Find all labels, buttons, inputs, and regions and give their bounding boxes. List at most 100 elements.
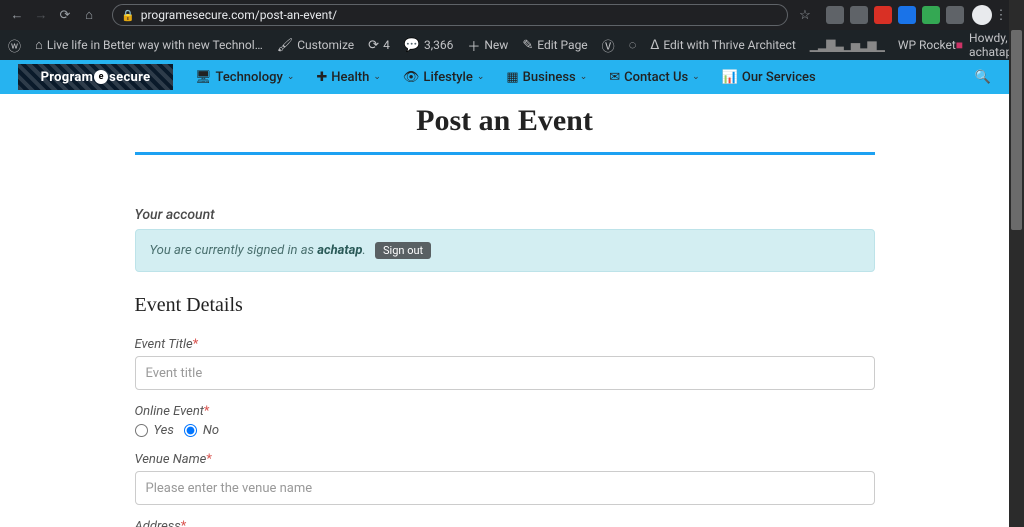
chevron-down-icon: ⌄: [477, 72, 485, 82]
notice-prefix: You are currently signed in as: [150, 243, 318, 258]
page-scrollbar[interactable]: [1009, 0, 1024, 527]
ext-6-icon[interactable]: [946, 6, 964, 24]
search-icon: 🔍: [975, 70, 991, 85]
ext-4-icon[interactable]: [898, 6, 916, 24]
nav-label: Technology: [216, 70, 283, 85]
nav-our-services[interactable]: 📊Our Services: [722, 70, 816, 85]
search-button[interactable]: 🔍: [975, 70, 991, 85]
online-event-label: Online Event*: [135, 404, 875, 419]
ext-2-icon[interactable]: [850, 6, 868, 24]
online-event-label-text: Online Event: [135, 404, 204, 419]
required-mark: *: [181, 519, 187, 527]
title-rule: [135, 152, 875, 155]
notice-user: achatap: [317, 243, 362, 258]
ext-3-icon[interactable]: [874, 6, 892, 24]
nav-label: Contact Us: [624, 70, 688, 85]
nav-label: Business: [523, 70, 576, 85]
thrive-icon: ᐃ: [650, 38, 659, 53]
comment-icon: 💬: [404, 38, 420, 53]
wp-rocket-label: WP Rocket: [898, 38, 956, 52]
chevron-down-icon: ⌄: [580, 72, 588, 82]
nav-business[interactable]: ▦ Business ⌄: [506, 70, 587, 85]
sign-out-button[interactable]: Sign out: [375, 242, 431, 259]
menu-icon[interactable]: ⋮: [992, 8, 1010, 23]
address-bar[interactable]: 🔒 programesecure.com/post-an-event/: [112, 4, 788, 26]
account-heading: Your account: [135, 207, 875, 223]
nav-icon: 👁: [403, 70, 420, 85]
wp-site-title: Live life in Better way with new Technol…: [47, 38, 263, 52]
wp-logo[interactable]: ⓦ: [8, 36, 21, 55]
wp-notif[interactable]: ■: [956, 38, 963, 52]
lock-icon: 🔒: [121, 9, 135, 22]
event-title-label: Event Title*: [135, 337, 875, 352]
nav-icon: ✉: [609, 70, 620, 85]
wp-updates[interactable]: ⟳4: [368, 38, 390, 53]
nav-contact-us[interactable]: ✉Contact Us⌄: [609, 70, 699, 85]
nav-lifestyle[interactable]: 👁Lifestyle⌄: [403, 70, 484, 85]
ext-1-icon[interactable]: [826, 6, 844, 24]
required-mark: *: [193, 337, 199, 352]
profile-avatar[interactable]: [972, 5, 992, 25]
required-mark: *: [204, 404, 210, 419]
ext-5-icon[interactable]: [922, 6, 940, 24]
scrollbar-thumb[interactable]: [1011, 30, 1022, 230]
update-icon: ⟳: [368, 38, 379, 53]
event-details-heading: Event Details: [135, 294, 875, 317]
required-mark: *: [206, 452, 212, 467]
home-icon[interactable]: ⌂: [80, 7, 98, 23]
nav-technology[interactable]: 🖥 Technology ⌄: [195, 70, 294, 85]
site-logo[interactable]: Program e secure: [18, 64, 173, 90]
venue-label: Venue Name*: [135, 452, 875, 467]
wp-sparkline: ▁▂▇▃▁▅▂▆▁: [810, 38, 884, 52]
notice-suffix: .: [362, 243, 365, 258]
circle-icon: ◌: [629, 37, 637, 53]
wp-new[interactable]: ＋ New: [467, 36, 508, 55]
back-icon[interactable]: ←: [8, 7, 26, 23]
logo-text-a: Program: [41, 70, 94, 85]
wp-admin-bar: ⓦ ⌂Live life in Better way with new Tech…: [0, 30, 1024, 60]
wordpress-icon: ⓦ: [8, 36, 21, 55]
online-yes-radio[interactable]: [135, 424, 148, 437]
logo-e-icon: e: [94, 70, 108, 84]
account-notice: You are currently signed in as achatap. …: [135, 229, 875, 272]
nav-label: Health: [331, 70, 369, 85]
reload-icon[interactable]: ⟳: [56, 8, 74, 23]
nav-icon: ▦: [506, 70, 518, 85]
wp-rocket[interactable]: WP Rocket: [898, 38, 956, 52]
online-yes-label: Yes: [154, 423, 174, 438]
url-text: programesecure.com/post-an-event/: [141, 8, 337, 22]
address-label: Address*: [135, 519, 875, 527]
chevron-down-icon: ⌄: [287, 72, 295, 82]
wp-opt[interactable]: ◌: [629, 37, 637, 53]
wp-vault[interactable]: Ⓥ: [602, 36, 615, 55]
wp-customize-label: Customize: [297, 38, 354, 52]
venue-label-text: Venue Name: [135, 452, 207, 467]
pencil-icon: ✎: [522, 38, 533, 53]
forward-icon[interactable]: →: [32, 7, 50, 23]
online-no-radio[interactable]: [184, 424, 197, 437]
wp-new-label: New: [484, 38, 508, 52]
event-title-label-text: Event Title: [135, 337, 193, 352]
wp-customize[interactable]: 🖌Customize: [277, 38, 354, 53]
nav-health[interactable]: ✚Health⌄: [316, 70, 381, 85]
nav-icon: 🖥: [195, 70, 212, 85]
event-title-input[interactable]: [135, 356, 875, 390]
browser-toolbar: ← → ⟳ ⌂ 🔒 programesecure.com/post-an-eve…: [0, 0, 1024, 30]
wp-edit-page[interactable]: ✎ Edit Page: [522, 38, 587, 53]
wp-edit-label: Edit Page: [537, 38, 587, 52]
address-label-text: Address: [135, 519, 181, 527]
star-icon[interactable]: ☆: [796, 8, 814, 23]
wp-site-link[interactable]: ⌂Live life in Better way with new Techno…: [35, 37, 263, 53]
bell-icon: ■: [956, 38, 963, 52]
brush-icon: 🖌: [277, 38, 294, 53]
toolbar-extensions: ☆ ⋮: [796, 5, 1016, 25]
wp-comments[interactable]: 💬 3,366: [404, 38, 454, 53]
wp-comments-count: 3,366: [424, 38, 453, 52]
venue-input[interactable]: [135, 471, 875, 505]
vault-icon: Ⓥ: [602, 36, 615, 55]
wp-thrive[interactable]: ᐃ Edit with Thrive Architect: [650, 38, 795, 53]
wp-thrive-label: Edit with Thrive Architect: [663, 38, 795, 52]
plus-icon: ＋: [467, 36, 480, 55]
nav-icon: ✚: [316, 70, 327, 85]
nav-icon: 📊: [722, 70, 738, 85]
